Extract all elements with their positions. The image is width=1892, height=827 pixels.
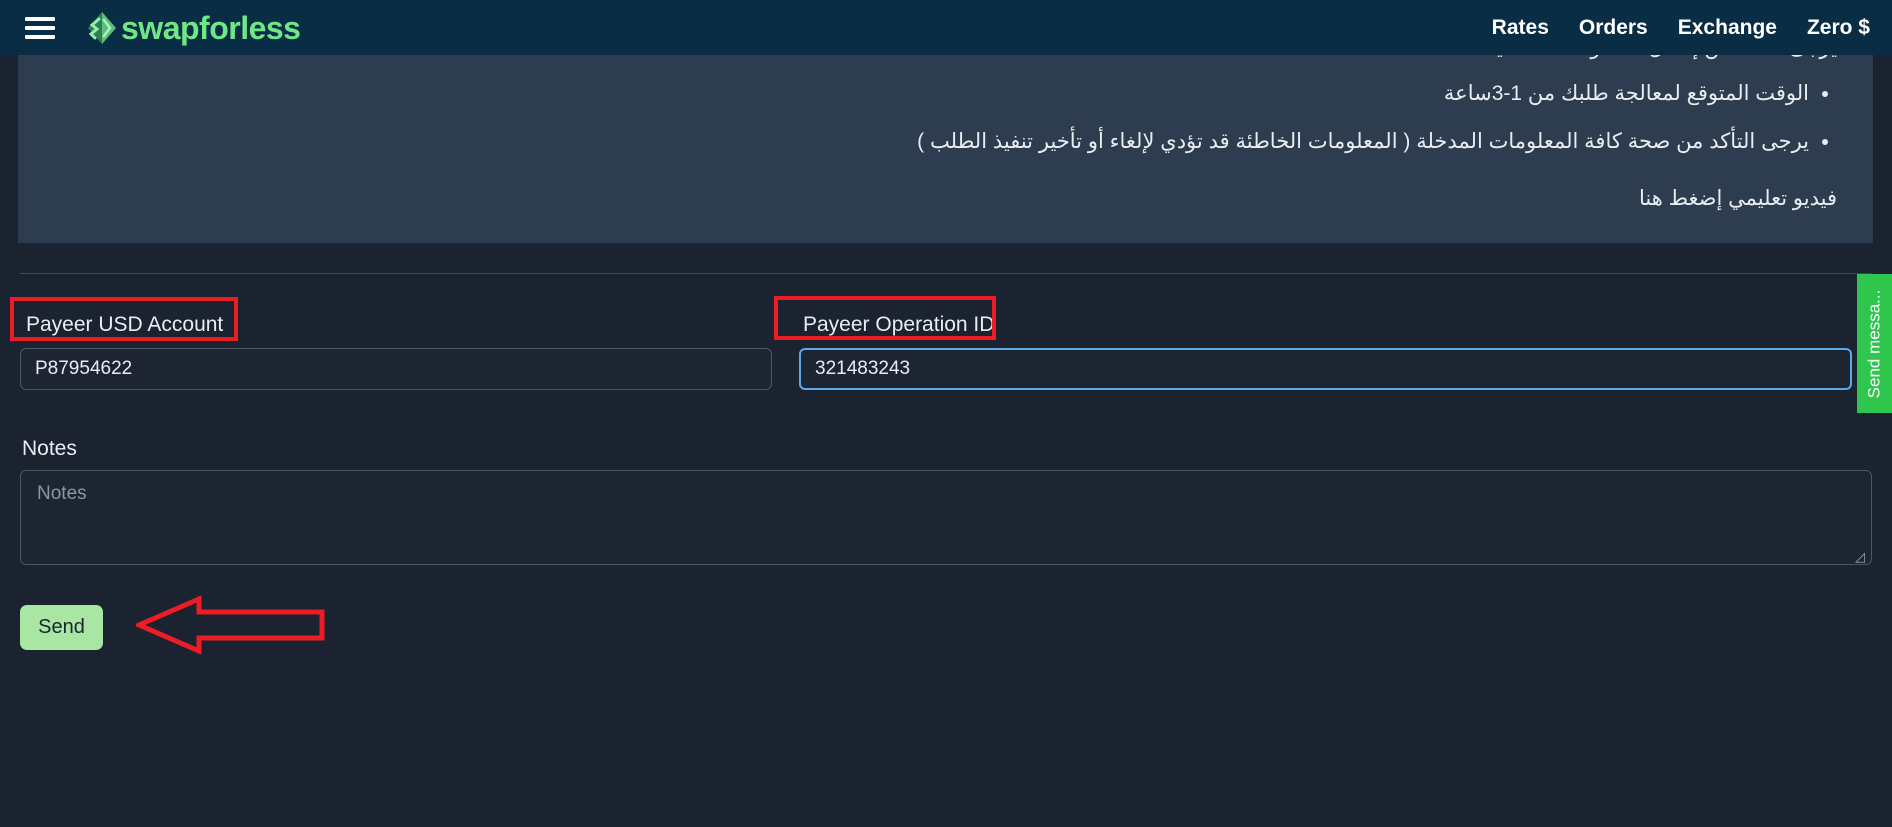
brand-logo[interactable]: swapforless [85,9,301,46]
payeer-operation-id-input[interactable] [799,348,1852,390]
exchange-form: Payeer USD Account Payeer Operation ID N… [0,290,1892,655]
hamburger-bar-2 [25,25,55,30]
instructions-content: يرجى التأكد من إدخال المعلومات الصحيحة ا… [18,55,1873,211]
send-message-side-tab-label: Send messa... [1864,289,1884,398]
list-item: يرجى التأكد من صحة كافة المعلومات المدخل… [54,127,1809,157]
main-nav: Rates Orders Exchange Zero $ [1492,16,1870,40]
payeer-usd-account-label: Payeer USD Account [26,313,224,336]
instructions-panel: يرجى التأكد من إدخال المعلومات الصحيحة ا… [18,55,1873,243]
section-divider [20,273,1872,274]
nav-link-orders[interactable]: Orders [1579,16,1648,40]
hamburger-bar-1 [25,16,55,21]
left-arrow-annotation-icon [136,595,325,655]
instructions-clipped-line-wrapper: يرجى التأكد من إدخال المعلومات الصحيحة [54,55,1837,61]
hamburger-bar-3 [25,34,55,39]
payeer-operation-id-label: Payeer Operation ID [803,313,995,336]
nav-link-rates[interactable]: Rates [1492,16,1549,40]
account-fields-row: Payeer USD Account Payeer Operation ID [0,290,1892,390]
swapforless-logo-mark-icon [88,11,116,44]
nav-link-exchange[interactable]: Exchange [1678,16,1777,40]
instructions-list: الوقت المتوقع لمعالجة طلبك من 1-3ساعة ير… [54,79,1837,158]
notes-label: Notes [22,437,77,460]
top-navigation-bar: swapforless Rates Orders Exchange Zero $ [0,0,1892,55]
notes-textarea[interactable] [20,470,1872,565]
send-message-side-tab[interactable]: Send messa... [1857,274,1892,413]
instructions-clipped-line: يرجى التأكد من إدخال المعلومات الصحيحة [54,55,1837,61]
payeer-usd-account-input[interactable] [20,348,772,390]
send-button[interactable]: Send [20,605,103,650]
hamburger-menu-icon[interactable] [25,16,55,39]
list-item: الوقت المتوقع لمعالجة طلبك من 1-3ساعة [54,79,1809,109]
app-root: swapforless Rates Orders Exchange Zero $… [0,0,1892,827]
brand-name-text: swapforless [121,9,301,46]
tutorial-video-link[interactable]: فيديو تعليمي إضغط هنا [54,186,1837,211]
nav-link-zero-dollar[interactable]: Zero $ [1807,16,1870,40]
